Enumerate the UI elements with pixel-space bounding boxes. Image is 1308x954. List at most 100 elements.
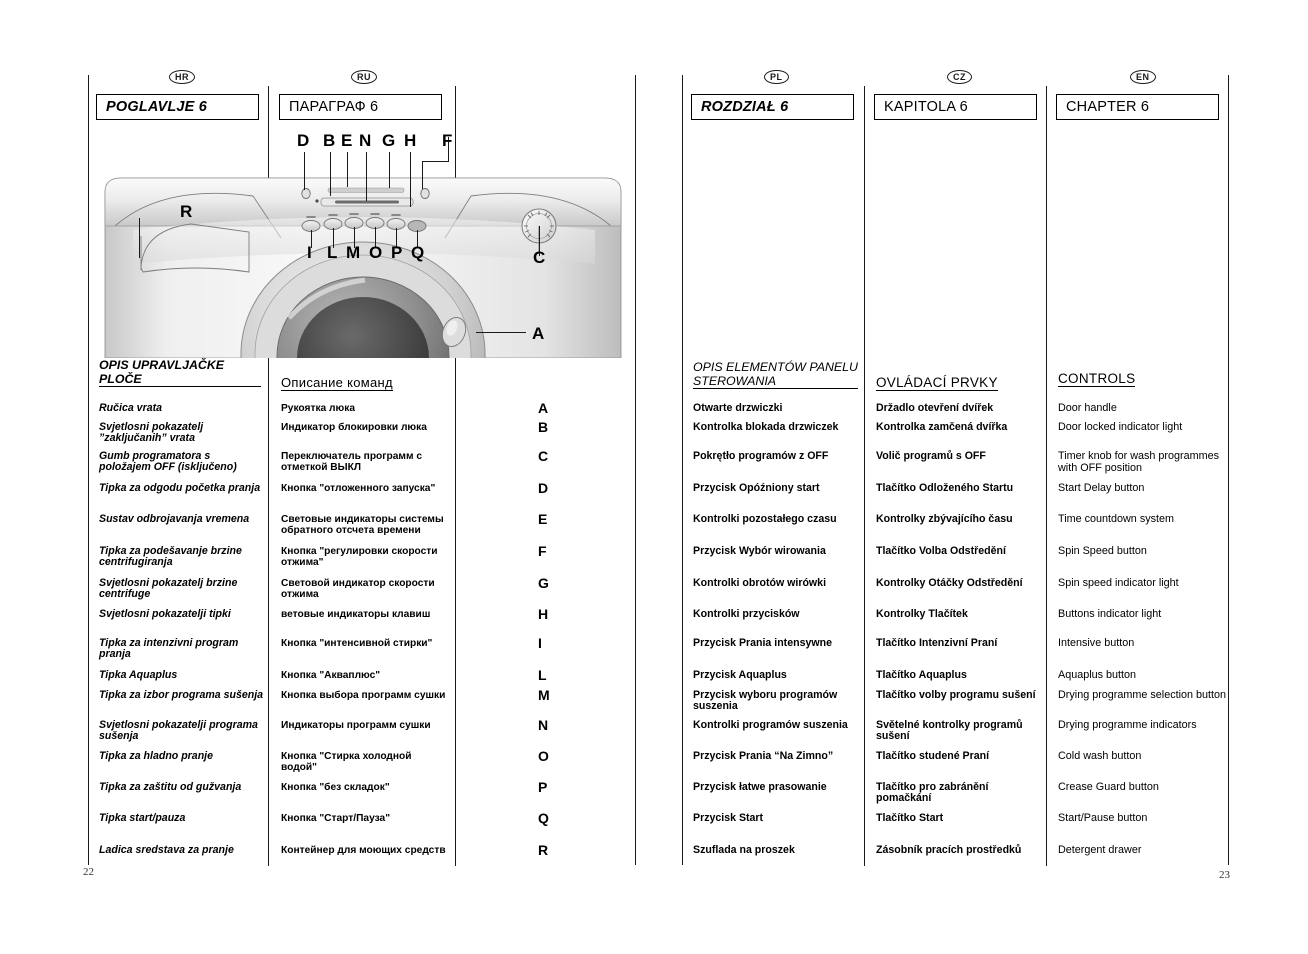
list-item-ru-c: Переключатель программ с отметкой ВЫКЛ [281,451,422,474]
language-badge-hr-label: HR [175,72,189,82]
list-item-hr-e: Sustav odbrojavanja vremena [99,513,250,525]
chapter-box-ru: ПАРАГРАФ 6 [279,94,442,120]
list-item-pl-o: Przycisk Prania “Na Zimno” [693,750,834,762]
callout-H: H [404,131,416,151]
list-item-en-d: Start Delay button [1058,482,1145,494]
callout-Q: Q [411,243,424,263]
list-item-en-n: Drying programme indicators [1058,719,1197,731]
list-item-pl-b: Kontrolka blokada drzwiczek [693,421,839,433]
rule-right-page-outer [682,75,683,865]
list-item-en-o: Cold wash button [1058,750,1142,762]
callout-D: D [297,131,309,151]
list-item-hr-p: Tipka za zaštitu od gužvanja [99,781,242,793]
key-letter-i: I [538,635,542,651]
list-item-ru-n: Индикаторы программ сушки [281,720,431,731]
page-number-left: 22 [83,866,94,878]
callout-A-label: A [532,324,545,343]
list-item-en-p: Crease Guard button [1058,781,1159,793]
language-badge-ru: RU [351,70,377,84]
list-item-cz-h: Kontrolky Tlačítek [876,608,968,620]
list-item-hr-r: Ladica sredstava za pranje [99,844,234,856]
page-number-right: 23 [1219,869,1230,881]
callout-R: R [180,202,192,222]
callout-M-label: M [346,243,361,262]
list-item-cz-q: Tlačítko Start [876,812,944,824]
callout-G-label: G [382,131,396,150]
callout-N: N [359,131,371,151]
list-item-ru-e: Световые индикаторы системы обратного от… [281,514,444,537]
list-item-cz-g: Kontrolky Otáčky Odstředění [876,577,1023,589]
callout-D-label: D [297,131,310,150]
key-letter-a: A [538,400,549,416]
list-item-en-h: Buttons indicator light [1058,608,1162,620]
list-item-ru-d: Кнопка "отложенного запуска" [281,483,436,494]
list-item-pl-e: Kontrolki pozostałego czasu [693,513,837,525]
list-item-cz-l: Tlačítko Aquaplus [876,669,967,681]
list-item-en-g: Spin speed indicator light [1058,577,1179,589]
callout-Q-label: Q [411,243,425,262]
list-item-pl-d: Przycisk Opóźniony start [693,482,820,494]
callout-C: C [533,248,545,268]
callout-B-label: B [323,131,336,150]
callout-A: A [532,324,544,344]
list-item-pl-c: Pokrętło programów z OFF [693,450,829,462]
list-item-cz-a: Držadlo otevření dvířek [876,402,994,414]
list-item-ru-p: Кнопка "без складок" [281,782,390,793]
chapter-label-pl: ROZDZIAŁ 6 [701,99,789,115]
list-item-ru-h: ветовые индикаторы клавиш [281,609,431,620]
rule-pl-cz-divider [864,86,865,866]
callout-G: G [382,131,395,151]
callout-C-label: C [533,248,546,267]
key-letter-p: P [538,779,548,795]
key-letter-e: E [538,511,548,527]
column-ru: Описание команд [281,374,446,874]
list-item-en-l: Aquaplus button [1058,669,1137,681]
list-item-cz-e: Kontrolky zbývajícího času [876,513,1013,525]
list-item-ru-g: Световой индикатор скорости отжима [281,578,435,601]
list-item-hr-l: Tipka Aquaplus [99,669,178,681]
leader-line-G [389,152,391,188]
chapter-label-hr: POGLAVLJE 6 [106,99,208,115]
chapter-box-en: CHAPTER 6 [1056,94,1219,120]
language-badge-pl-label: PL [770,72,783,82]
callout-F-label: F [442,131,453,150]
list-item-ru-l: Кнопка "Акваплюс" [281,670,381,681]
list-item-en-b: Door locked indicator light [1058,421,1183,433]
callout-E-label: E [341,131,353,150]
chapter-box-pl: ROZDZIAŁ 6 [691,94,854,120]
key-letter-d: D [538,480,549,496]
list-item-ru-f: Кнопка "регулировки скорости отжима" [281,546,438,569]
callout-I: I [307,243,312,263]
callout-H-label: H [404,131,417,150]
column-heading-en: CONTROLS [1058,371,1136,387]
list-item-cz-d: Tlačítko Odloženého Startu [876,482,1014,494]
rule-cz-en-divider [1046,86,1047,866]
list-item-hr-b: Svjetlosni pokazatelj ”zaključanih” vrat… [99,421,204,445]
key-letter-c: C [538,448,549,464]
column-heading-cz: OVLÁDACÍ PRVKY [876,375,998,391]
list-item-en-f: Spin Speed button [1058,545,1147,557]
list-item-hr-m: Tipka za izbor programa sušenja [99,689,264,701]
list-item-pl-g: Kontrolki obrotów wirówki [693,577,827,589]
list-item-cz-n: Světelné kontrolky programů sušení [876,719,1023,743]
list-item-pl-f: Przycisk Wybór wirowania [693,545,826,557]
list-item-hr-a: Ručica vrata [99,402,163,414]
list-item-pl-m: Przycisk wyboru programów suszenia [693,689,838,713]
key-letter-g: G [538,575,549,591]
list-item-en-a: Door handle [1058,402,1117,414]
list-item-hr-f: Tipka za podešavanje brzine centrifugira… [99,545,242,569]
callout-F: F [442,131,452,151]
key-letter-q: Q [538,810,549,826]
key-letter-o: O [538,748,549,764]
list-item-pl-a: Otwarte drzwiczki [693,402,783,414]
list-item-en-q: Start/Pause button [1058,812,1148,824]
key-letter-r: R [538,842,549,858]
list-item-pl-l: Przycisk Aquaplus [693,669,787,681]
list-item-ru-a: Рукоятка люка [281,403,355,414]
leader-line-A [476,332,526,334]
chapter-box-hr: POGLAVLJE 6 [96,94,259,120]
list-item-pl-r: Szuflada na proszek [693,844,795,856]
callout-O-label: O [369,243,383,262]
list-item-ru-q: Кнопка "Старт/Пауза" [281,813,391,824]
language-badge-ru-label: RU [357,72,371,82]
